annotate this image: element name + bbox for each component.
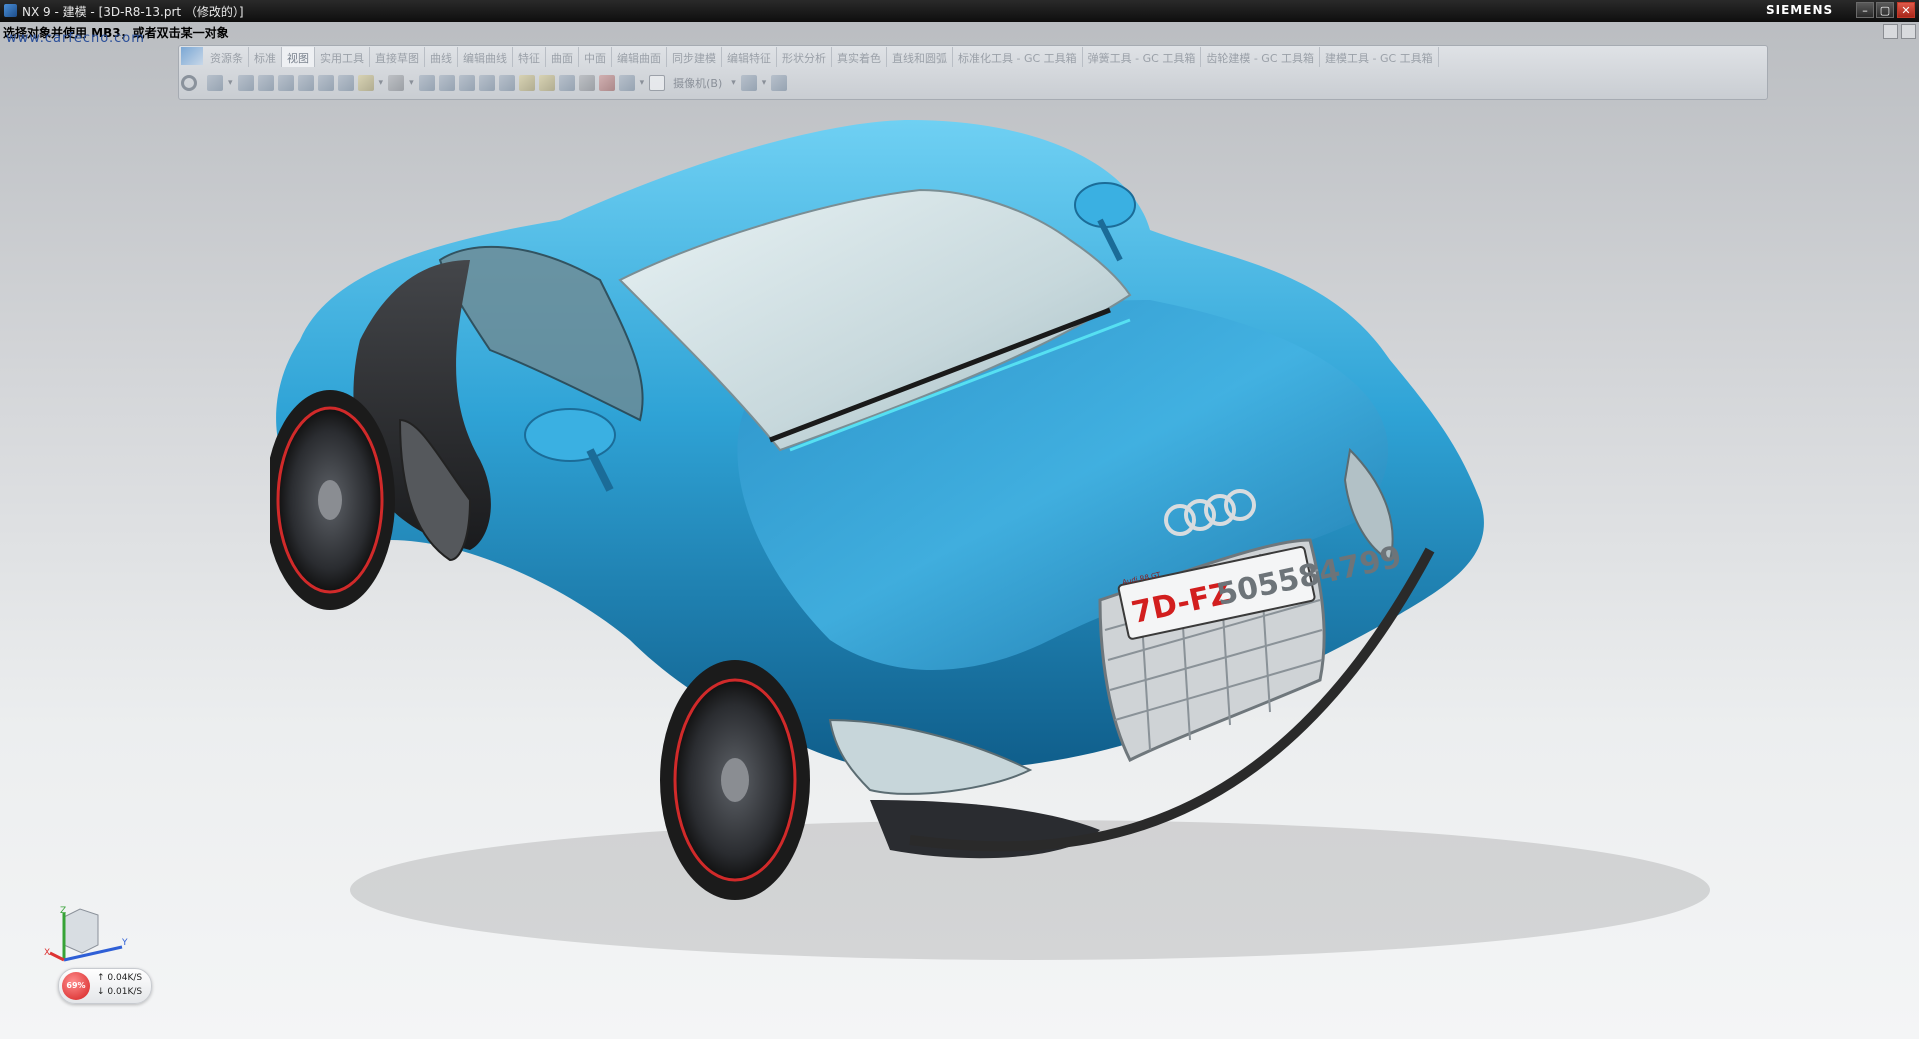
tab-view[interactable]: 视图	[282, 47, 315, 67]
right-mirror	[1074, 182, 1136, 228]
snap-view-icon[interactable]	[740, 75, 757, 91]
chevron-down-icon[interactable]: ▾	[762, 78, 767, 88]
tab-midsurface[interactable]: 中面	[579, 47, 612, 67]
edit-section-icon[interactable]	[578, 75, 595, 91]
chevron-down-icon[interactable]: ▾	[409, 78, 414, 88]
tab-standardize-tools[interactable]: 标准化工具 - GC 工具箱	[953, 47, 1083, 67]
view-front-icon[interactable]	[458, 75, 475, 91]
front-wheel	[660, 660, 810, 900]
settings-gear-icon[interactable]	[181, 75, 197, 91]
layer-icon[interactable]	[618, 75, 635, 91]
tab-feature[interactable]: 特征	[513, 47, 546, 67]
clip-section-icon[interactable]	[598, 75, 615, 91]
resource-bar-toggle[interactable]	[1883, 24, 1898, 39]
view-right-icon[interactable]	[478, 75, 495, 91]
lighting-icon[interactable]	[538, 75, 555, 91]
rendering-style-icon[interactable]	[357, 75, 374, 91]
material-icon[interactable]	[558, 75, 575, 91]
ribbon-toolbar: 资源条 标准 视图 实用工具 直接草图 曲线 编辑曲线 特征 曲面 中面 编辑曲…	[178, 45, 1768, 100]
roles-icon[interactable]	[1901, 24, 1916, 39]
network-speed-widget[interactable]: 69% ↑ 0.04K/S ↓ 0.01K/S	[58, 968, 152, 1004]
tab-edit-surface[interactable]: 编辑曲面	[612, 47, 667, 67]
tab-shape-analysis[interactable]: 形状分析	[777, 47, 832, 67]
background-icon[interactable]	[518, 75, 535, 91]
triad-x-label: X	[44, 948, 50, 958]
title-bar: NX 9 - 建模 - [3D-R8-13.prt （修改的）] SIEMENS…	[0, 0, 1919, 22]
view-back-icon[interactable]	[498, 75, 515, 91]
rotate-icon[interactable]	[297, 75, 314, 91]
tab-utilities[interactable]: 实用工具	[315, 47, 370, 67]
minimize-button[interactable]: –	[1856, 2, 1874, 18]
tab-true-shading[interactable]: 真实着色	[832, 47, 887, 67]
upload-speed-value: 0.04K/S	[107, 973, 143, 983]
triad-cube	[63, 908, 99, 954]
tab-curve[interactable]: 曲线	[425, 47, 458, 67]
sphere-shading-icon[interactable]	[388, 75, 405, 91]
triad-x-axis	[49, 951, 65, 962]
triad-y-label: Y	[121, 938, 128, 948]
refresh-icon[interactable]	[317, 75, 334, 91]
tab-edit-curve[interactable]: 编辑曲线	[458, 47, 513, 67]
tab-direct-sketch[interactable]: 直接草图	[370, 47, 425, 67]
fit-view-icon[interactable]	[207, 75, 223, 91]
upload-speed: ↑ 0.04K/S	[97, 973, 143, 983]
shaded-with-edges-icon[interactable]	[337, 75, 354, 91]
pan-icon[interactable]	[257, 75, 274, 91]
restore-button[interactable]: ▢	[1876, 2, 1894, 18]
zoom-icon[interactable]	[237, 75, 254, 91]
tab-line-arc[interactable]: 直线和圆弧	[887, 47, 953, 67]
tab-surface[interactable]: 曲面	[546, 47, 579, 67]
network-usage-percent: 69%	[62, 972, 90, 1000]
camera-dropdown-box[interactable]	[649, 75, 666, 91]
download-speed: ↓ 0.01K/S	[97, 987, 143, 997]
download-speed-value: 0.01K/S	[107, 987, 143, 997]
close-button[interactable]: ✕	[1897, 2, 1915, 18]
chevron-down-icon[interactable]: ▾	[640, 78, 645, 88]
tab-standard[interactable]: 标准	[249, 47, 282, 67]
left-mirror	[524, 408, 616, 462]
car-model-viewport[interactable]: 7D-FZ 505584799 Audi R8 GT	[270, 120, 1750, 990]
watermark: www.carfecno.com	[6, 31, 145, 46]
tab-synchronous-modeling[interactable]: 同步建模	[667, 47, 722, 67]
ribbon-tabs: 资源条 标准 视图 实用工具 直接草图 曲线 编辑曲线 特征 曲面 中面 编辑曲…	[181, 47, 1439, 67]
rear-wheel	[270, 390, 395, 610]
tab-gear-modeling[interactable]: 齿轮建模 - GC 工具箱	[1201, 47, 1321, 67]
orient-view-icon[interactable]	[771, 75, 788, 91]
window-title: NX 9 - 建模 - [3D-R8-13.prt （修改的）]	[22, 5, 244, 19]
view-top-icon[interactable]	[438, 75, 455, 91]
toolbar-grip-icon[interactable]	[181, 47, 203, 65]
view-toolbar-row: ▾ ▾ ▾ ▾ 摄像机(B) ▾ ▾	[181, 70, 788, 96]
chevron-down-icon[interactable]: ▾	[228, 78, 233, 88]
triad-z-label: Z	[60, 906, 66, 916]
tab-spring-tools[interactable]: 弹簧工具 - GC 工具箱	[1083, 47, 1202, 67]
siemens-brand: SIEMENS	[1766, 3, 1834, 17]
zoom-window-icon[interactable]	[277, 75, 294, 91]
chevron-down-icon[interactable]: ▾	[379, 78, 384, 88]
nx-app-icon[interactable]	[4, 4, 17, 17]
tab-edit-feature[interactable]: 编辑特征	[722, 47, 777, 67]
view-iso-icon[interactable]	[418, 75, 435, 91]
view-triad[interactable]: X Y Z	[44, 905, 134, 975]
chevron-down-icon[interactable]: ▾	[731, 78, 736, 88]
tab-modeling-tools[interactable]: 建模工具 - GC 工具箱	[1320, 47, 1439, 67]
camera-label[interactable]: 摄像机(B)	[673, 75, 722, 91]
tab-resource-bar[interactable]: 资源条	[205, 47, 249, 67]
